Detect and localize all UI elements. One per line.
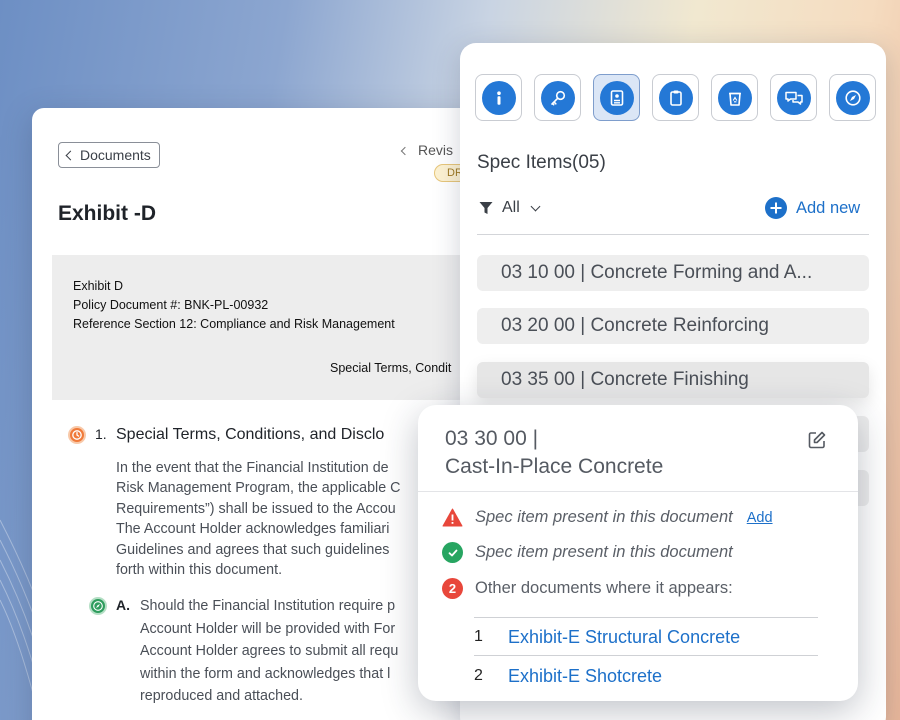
spec-items-title: Spec Items(05) [477, 152, 606, 173]
present-text: Spec item present in this document [475, 543, 733, 561]
document-header-box: Exhibit D Policy Document #: BNK-PL-0093… [52, 255, 492, 400]
header-line: Reference Section 12: Compliance and Ris… [73, 317, 395, 331]
document-link[interactable]: Exhibit-E Shotcrete [508, 666, 662, 687]
chevron-left-icon [65, 150, 76, 161]
info-button[interactable] [475, 74, 522, 121]
key-icon [540, 80, 575, 115]
section-heading: Special Terms, Conditions, and Disclo [116, 426, 385, 443]
chevron-left-icon [400, 146, 410, 155]
page-title: Exhibit -D [58, 202, 156, 225]
list-item-number: 1 [474, 628, 483, 645]
filter-icon [479, 202, 493, 214]
spec-item-code: 03 30 00 | [445, 427, 539, 450]
back-to-documents-button[interactable]: Documents [58, 142, 160, 168]
add-link[interactable]: Add [747, 510, 773, 526]
comments-button[interactable] [770, 74, 817, 121]
divider [418, 491, 858, 492]
add-new-button[interactable]: Add new [765, 197, 860, 219]
compass-icon [835, 80, 870, 115]
document-id-button[interactable] [593, 74, 640, 121]
divider [474, 655, 818, 656]
warning-icon [442, 508, 463, 527]
spec-item-popover: 03 30 00 | Cast-In-Place Concrete Spec i… [418, 405, 858, 701]
other-documents-row: 2 Other documents where it appears: [442, 578, 733, 599]
warning-row: Spec item present in this document Add [442, 508, 773, 527]
history-icon[interactable] [68, 426, 86, 444]
key-button[interactable] [534, 74, 581, 121]
header-line: Policy Document #: BNK-PL-00932 [73, 298, 269, 312]
tool-bar [475, 74, 876, 121]
count-badge: 2 [442, 578, 463, 599]
list-item: 2 Exhibit-E Shotcrete [474, 657, 818, 695]
revision-label: Revis [418, 142, 454, 158]
info-icon [481, 80, 516, 115]
compass-icon[interactable] [89, 597, 107, 615]
present-row: Spec item present in this document [442, 542, 733, 563]
header-line: Exhibit D [73, 279, 124, 293]
filter-dropdown[interactable]: All [478, 199, 541, 217]
document-link[interactable]: Exhibit-E Structural Concrete [508, 627, 740, 648]
recycle-button[interactable] [711, 74, 758, 121]
edit-icon[interactable] [806, 429, 828, 451]
other-documents-label: Other documents where it appears: [475, 579, 733, 597]
chat-bubbles-icon [776, 80, 811, 115]
warning-text: Spec item present in this document [475, 508, 733, 526]
plus-circle-icon [765, 197, 787, 219]
divider [477, 234, 869, 235]
revision-nav[interactable]: Revis [400, 142, 454, 158]
clipboard-icon [658, 80, 693, 115]
recycle-bin-icon [717, 80, 752, 115]
filter-value: All [502, 199, 520, 216]
spec-item[interactable]: 03 10 00 | Concrete Forming and A... [477, 255, 869, 291]
header-center-title: Special Terms, Condit [330, 361, 452, 375]
check-circle-icon [442, 542, 463, 563]
subsection-number: A. [116, 597, 130, 613]
back-button-label: Documents [80, 147, 151, 163]
spec-item[interactable]: 03 35 00 | Concrete Finishing [477, 362, 869, 398]
list-item: 1 Exhibit-E Structural Concrete [474, 618, 818, 656]
list-item-number: 2 [474, 667, 483, 684]
spec-item-name: Cast-In-Place Concrete [445, 455, 664, 478]
chevron-down-icon [530, 201, 541, 211]
section-number: 1. [95, 426, 107, 442]
spec-item[interactable]: 03 20 00 | Concrete Reinforcing [477, 308, 869, 344]
add-new-label: Add new [796, 198, 861, 217]
document-id-icon [599, 80, 634, 115]
navigate-button[interactable] [829, 74, 876, 121]
clipboard-button[interactable] [652, 74, 699, 121]
